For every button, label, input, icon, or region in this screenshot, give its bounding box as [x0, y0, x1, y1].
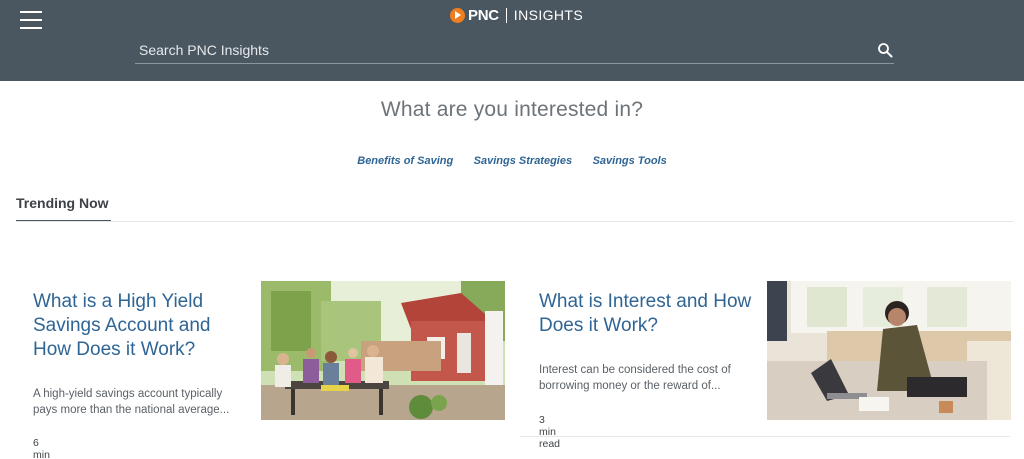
card-divider: [520, 436, 1010, 437]
article-title[interactable]: What is Interest and How Does it Work?: [539, 290, 759, 338]
interests-heading: What are you interested in?: [380, 98, 644, 121]
article-excerpt: Interest can be considered the cost of b…: [539, 364, 731, 392]
menu-icon[interactable]: [20, 11, 42, 29]
brand-section: INSIGHTS: [513, 7, 584, 23]
tab-trending-now-label: Trending Now: [16, 195, 109, 211]
pnc-logo-icon: [450, 7, 465, 23]
brand-logo-lockup[interactable]: PNC INSIGHTS: [450, 6, 583, 24]
article-read-time: 6 min read: [33, 437, 50, 459]
article-title[interactable]: What is a High Yield Savings Account and…: [33, 290, 233, 362]
article-image-family-patio[interactable]: [261, 281, 505, 420]
topic-link-savings-tools[interactable]: Savings Tools: [593, 155, 667, 167]
topic-link-savings-strategies[interactable]: Savings Strategies: [474, 155, 572, 167]
article-read-time: 3 min read: [539, 414, 561, 450]
section-divider: [16, 221, 1013, 222]
site-header: PNC INSIGHTS: [0, 0, 1024, 81]
article-image-woman-laptop[interactable]: [767, 281, 1011, 420]
search-bar: [135, 36, 894, 64]
brand-name: PNC: [468, 6, 499, 24]
brand-divider: [505, 7, 507, 23]
tab-trending-now[interactable]: Trending Now: [16, 195, 111, 222]
search-input[interactable]: [139, 40, 859, 60]
topic-link-benefits-of-saving[interactable]: Benefits of Saving: [357, 155, 453, 167]
search-icon[interactable]: [877, 42, 893, 58]
article-excerpt: A high-yield savings account typically p…: [33, 388, 230, 416]
topic-links: Benefits of Saving Savings Strategies Sa…: [0, 151, 1024, 169]
